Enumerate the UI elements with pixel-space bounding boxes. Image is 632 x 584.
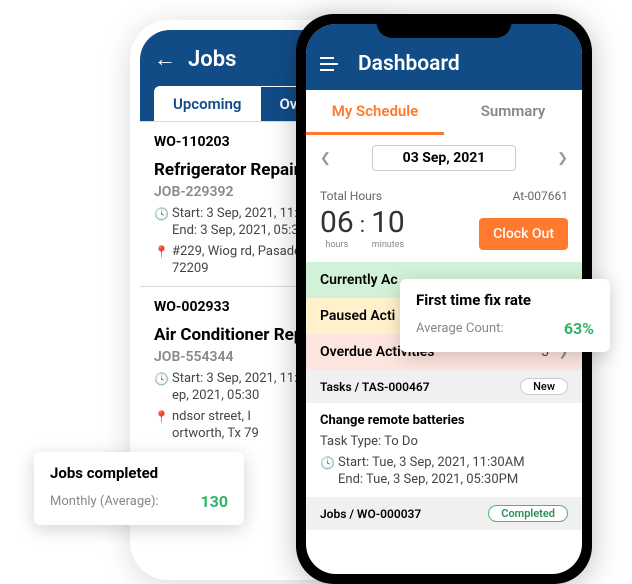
kpi-first-time-fix: First time fix rate Average Count: 63% (400, 279, 610, 352)
date-picker-row: ❮ 03 Sep, 2021 ❯ (306, 135, 582, 181)
band-label: Currently Ac (320, 272, 398, 288)
job-status-pill: Completed (488, 505, 568, 522)
chevron-left-icon[interactable]: ❮ (320, 151, 331, 166)
hours-block: Total Hours At-007661 06hours : 10minute… (306, 181, 582, 262)
jobs-header-row: Jobs / WO-000037 Completed (306, 497, 582, 530)
kpi-value: 130 (200, 492, 228, 511)
jobs-head-label: Jobs / WO-000037 (320, 507, 421, 521)
selected-date[interactable]: 03 Sep, 2021 (372, 145, 517, 171)
kpi-title: First time fix rate (416, 291, 594, 309)
minutes-value: 10 (371, 205, 405, 240)
task-status-pill: New (520, 378, 568, 395)
clock-icon: 🕓 (154, 207, 166, 221)
job-addr1: ndsor street, I (172, 409, 251, 424)
kpi-value: 63% (564, 319, 594, 338)
jobs-title: Jobs (188, 47, 236, 72)
clock-icon: 🕓 (154, 372, 166, 386)
task-card[interactable]: Change remote batteries Task Type: To Do… (306, 403, 582, 497)
time-digits: 06hours : 10minutes (320, 205, 405, 250)
task-type: Task Type: To Do (320, 434, 568, 449)
clock-icon: 🕓 (320, 456, 332, 470)
job-start: Start: 3 Sep, 2021, 11:30 (172, 371, 312, 386)
hours-value: 06 (320, 205, 354, 240)
kpi-label: Monthly (Average): (50, 494, 159, 509)
wo-number: WO-110203 (154, 134, 230, 150)
dash-tabs: My Schedule Summary (306, 90, 582, 135)
notch (377, 14, 512, 38)
task-header: Tasks / TAS-000467 New (306, 370, 582, 403)
task-start: Start: Tue, 3 Sep, 2021, 11:30AM (338, 455, 525, 470)
dashboard-title: Dashboard (358, 52, 460, 76)
hours-unit: hours (325, 240, 348, 250)
kpi-title: Jobs completed (50, 464, 228, 482)
pin-icon: 📍 (154, 410, 166, 424)
pin-icon: 📍 (154, 245, 166, 259)
band-label: Paused Acti (320, 308, 395, 324)
task-head-label: Tasks / TAS-000467 (320, 380, 430, 394)
tab-summary[interactable]: Summary (444, 90, 582, 135)
tab-my-schedule[interactable]: My Schedule (306, 90, 444, 135)
clock-out-button[interactable]: Clock Out (479, 218, 568, 250)
tab-upcoming[interactable]: Upcoming (154, 86, 260, 121)
chevron-right-icon[interactable]: ❯ (557, 151, 568, 166)
kpi-jobs-completed: Jobs completed Monthly (Average): 130 (34, 452, 244, 525)
kpi-label: Average Count: (416, 321, 504, 336)
minutes-unit: minutes (372, 240, 404, 250)
wo-number: WO-002933 (154, 299, 230, 315)
job-addr1: #229, Wiog rd, Pasadena (172, 244, 315, 259)
total-hours-label: Total Hours (320, 189, 382, 203)
task-end: End: Tue, 3 Sep, 2021, 05:30PM (338, 472, 568, 487)
menu-icon[interactable] (320, 63, 338, 65)
attendance-id: At-007661 (513, 189, 568, 203)
task-title: Change remote batteries (320, 413, 568, 428)
colon-icon: : (360, 213, 365, 248)
job-start: Start: 3 Sep, 2021, 11:30 (172, 206, 312, 221)
back-icon[interactable]: ← (154, 46, 176, 72)
